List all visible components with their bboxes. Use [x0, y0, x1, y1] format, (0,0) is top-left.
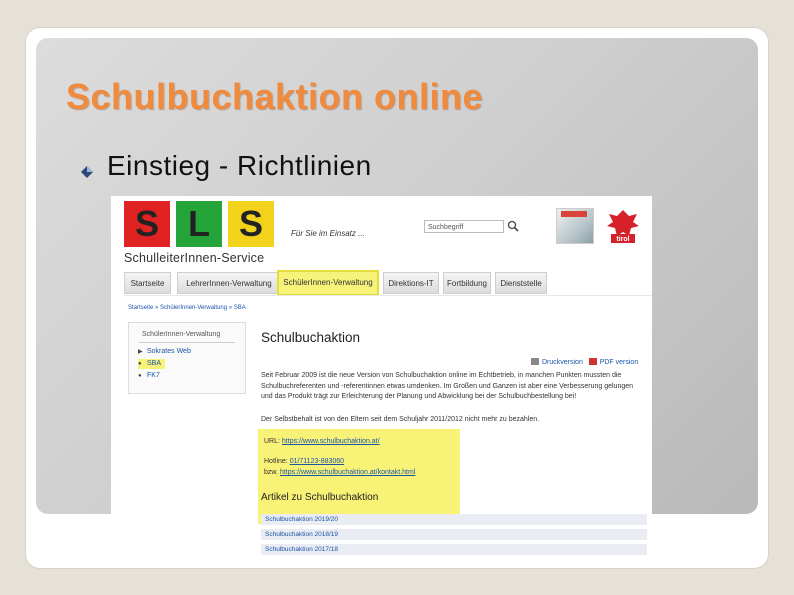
- tagline: Für Sie im Einsatz ...: [291, 229, 365, 238]
- breadcrumb-item[interactable]: SchülerInnen-Verwaltung: [160, 305, 227, 311]
- print-links: Druckversion PDF version: [531, 358, 638, 366]
- intro-paragraph: Seit Februar 2009 ist die neue Version v…: [261, 372, 634, 400]
- nav-lehrerinnen-verwaltung[interactable]: LehrerInnen-Verwaltung: [177, 272, 281, 294]
- arrow-right-icon: ▶: [138, 349, 143, 355]
- nav-startseite[interactable]: Startseite: [124, 272, 171, 294]
- bullet-diamond-icon: [81, 166, 93, 178]
- note-paragraph: Der Selbstbehalt ist von den Eltern seit…: [261, 416, 540, 423]
- dot-icon: ●: [138, 361, 142, 367]
- website-screenshot: S L S SchulleiterInnen-Service Für Sie i…: [111, 196, 652, 557]
- nav-schuelerinnen-verwaltung[interactable]: SchülerInnen-Verwaltung: [277, 270, 379, 296]
- breadcrumb-item: SBA: [233, 305, 246, 311]
- hotline-label: Hotline:: [264, 458, 288, 465]
- breadcrumb: Startseite » SchülerInnen-Verwaltung » S…: [128, 305, 246, 311]
- pdf-icon[interactable]: [588, 358, 597, 365]
- sidebar-item-sokrates-web[interactable]: ▶ Sokrates Web: [138, 347, 191, 357]
- search-icon[interactable]: [507, 220, 519, 232]
- site-header: S L S SchulleiterInnen-Service Für Sie i…: [111, 196, 652, 268]
- sidebar-item-label: Sokrates Web: [147, 348, 191, 355]
- pdf-link[interactable]: PDF version: [600, 359, 639, 366]
- logo-letter-s: S: [124, 201, 170, 247]
- dot-icon: ●: [138, 373, 142, 379]
- nav-divider: [124, 295, 652, 296]
- hotline-link[interactable]: 01/71123-883060: [290, 458, 344, 465]
- tirol-eagle-icon[interactable]: tirol: [605, 208, 641, 244]
- url-line: URL: https://www.schulbuchaktion.at/: [264, 438, 380, 445]
- sidebar: SchülerInnen-Verwaltung ▶ Sokrates Web ● S…: [128, 322, 246, 394]
- sidebar-item-fk7[interactable]: ● FK7: [138, 371, 160, 381]
- tirol-text: tirol: [616, 236, 629, 243]
- page-title: Schulbuchaktion: [261, 330, 361, 345]
- article-link[interactable]: Schulbuchaktion 2018/19: [261, 529, 647, 541]
- sidebar-title: SchülerInnen-Verwaltung: [142, 331, 221, 338]
- logo-letter-s2: S: [228, 201, 274, 247]
- article-link[interactable]: Schulbuchaktion 2017/18: [261, 544, 647, 556]
- sidebar-divider: [139, 342, 235, 343]
- sidebar-item-label: SBA: [147, 360, 162, 367]
- slide-subtitle: Einstieg - Richtlinien: [107, 150, 372, 181]
- print-icon[interactable]: [531, 358, 539, 365]
- nav-direktions-it[interactable]: Direktions-IT: [383, 272, 439, 294]
- articles-heading: Artikel zu Schulbuchaktion: [261, 492, 379, 503]
- url-label: URL:: [264, 438, 280, 445]
- logo-subtitle: SchulleiterInnen-Service: [124, 251, 265, 265]
- slide-title: Schulbuchaktion online: [66, 76, 484, 117]
- url-link[interactable]: https://www.schulbuchaktion.at/: [282, 438, 380, 445]
- sidebar-item-label: FK7: [147, 372, 160, 379]
- logo-letter-l: L: [176, 201, 222, 247]
- search-input[interactable]: Suchbegriff: [424, 220, 504, 233]
- hotline-line: Hotline: 01/71123-883060: [264, 458, 344, 465]
- breadcrumb-item[interactable]: Startseite: [128, 305, 153, 311]
- article-link[interactable]: Schulbuchaktion 2019/20: [261, 514, 647, 526]
- contact-line: bzw. https://www.schulbuchaktion.at/kont…: [264, 469, 415, 476]
- sidebar-item-sba[interactable]: ● SBA: [138, 359, 166, 369]
- promo-image[interactable]: [556, 208, 594, 244]
- bzw-label: bzw.: [264, 469, 279, 476]
- contact-link[interactable]: https://www.schulbuchaktion.at/kontakt.h…: [280, 469, 415, 476]
- nav-dienststelle[interactable]: Dienststelle: [495, 272, 547, 294]
- print-link[interactable]: Druckversion: [542, 359, 583, 366]
- nav-fortbildung[interactable]: Fortbildung: [443, 272, 491, 294]
